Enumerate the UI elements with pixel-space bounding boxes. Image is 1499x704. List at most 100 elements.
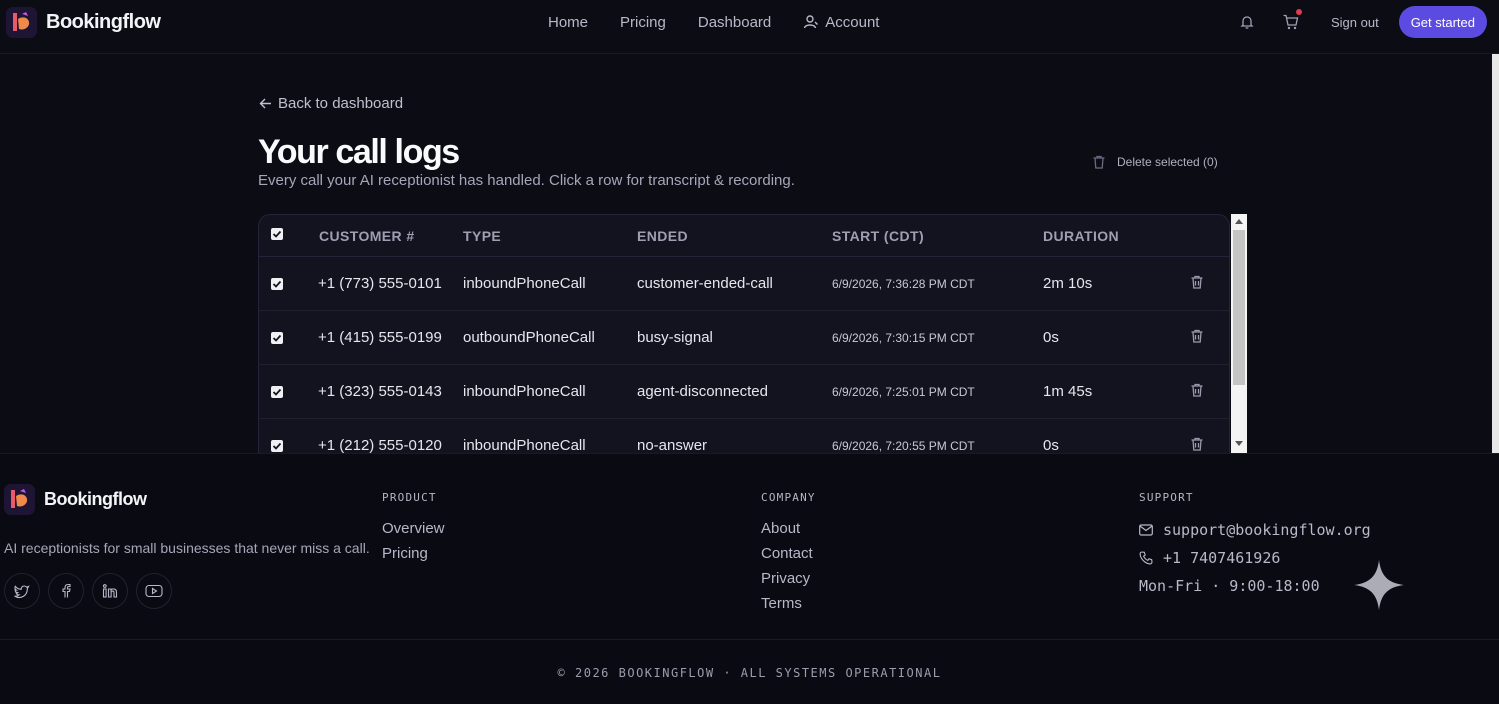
delete-row-icon[interactable] — [1189, 382, 1205, 403]
brand-name: Bookingflow — [46, 11, 161, 33]
footer-divider — [0, 639, 1499, 640]
cart-badge — [1295, 9, 1302, 15]
nav-actions: Sign out Get started — [1231, 6, 1487, 38]
phone-icon — [1139, 551, 1153, 565]
sparkle-icon — [1354, 560, 1404, 610]
top-nav: Bookingflow Home Pricing Dashboard Accou… — [0, 0, 1499, 54]
support-email: support@bookingflow.org — [1163, 521, 1371, 539]
sign-out-link[interactable]: Sign out — [1331, 15, 1379, 30]
footer-link-privacy[interactable]: Privacy — [761, 570, 816, 587]
arrow-left-icon — [259, 98, 271, 109]
nav-account-label: Account — [825, 13, 880, 31]
footer-link-about[interactable]: About — [761, 520, 816, 537]
nav-home[interactable]: Home — [532, 14, 604, 31]
trash-icon — [1093, 155, 1105, 169]
copyright-text: © 2026 BOOKINGFLOW · ALL SYSTEMS OPERATI… — [557, 666, 942, 680]
cell-ended: agent-disconnected — [637, 383, 768, 400]
user-icon — [804, 15, 819, 29]
back-to-dashboard-link[interactable]: Back to dashboard — [259, 95, 403, 112]
delete-selected-label: Delete selected (0) — [1117, 155, 1218, 169]
table-header: CUSTOMER # TYPE ENDED START (CDT) DURATI… — [259, 215, 1229, 257]
delete-row-icon[interactable] — [1189, 328, 1205, 349]
table-row[interactable]: +1 (212) 555-0120 inboundPhoneCall no-an… — [259, 419, 1229, 454]
footer-tagline: AI receptionists for small businesses th… — [4, 540, 370, 556]
page-scrollbar[interactable] — [1492, 54, 1499, 454]
cell-type: inboundPhoneCall — [463, 275, 586, 292]
brand-logo-link[interactable]: Bookingflow — [6, 7, 161, 38]
cell-customer: +1 (212) 555-0120 — [318, 437, 442, 454]
cart-icon — [1283, 14, 1299, 30]
table-row[interactable]: +1 (415) 555-0199 outboundPhoneCall busy… — [259, 311, 1229, 365]
footer-support-title: SUPPORT — [1139, 491, 1194, 504]
scroll-thumb[interactable] — [1233, 230, 1245, 385]
facebook-icon[interactable] — [48, 573, 84, 609]
nav-links: Home Pricing Dashboard Account — [532, 0, 895, 44]
footer: Bookingflow AI receptionists for small b… — [0, 453, 1499, 704]
scroll-down-arrow-icon[interactable] — [1235, 441, 1243, 447]
get-started-button[interactable]: Get started — [1398, 6, 1487, 38]
scroll-up-arrow-icon[interactable] — [1235, 218, 1243, 224]
back-label: Back to dashboard — [278, 95, 404, 112]
bell-icon — [1240, 16, 1254, 29]
mail-icon — [1139, 524, 1153, 536]
delete-row-icon[interactable] — [1189, 436, 1205, 454]
footer-link-pricing[interactable]: Pricing — [382, 545, 445, 562]
delete-row-icon[interactable] — [1189, 274, 1205, 295]
social-links — [4, 573, 172, 609]
column-start[interactable]: START (CDT) — [832, 228, 924, 244]
support-phone: +1 7407461926 — [1163, 549, 1281, 567]
footer-link-terms[interactable]: Terms — [761, 595, 816, 612]
footer-brand[interactable]: Bookingflow — [4, 484, 147, 515]
support-phone-link[interactable]: +1 7407461926 — [1139, 544, 1371, 572]
cell-type: inboundPhoneCall — [463, 437, 586, 454]
support-email-link[interactable]: support@bookingflow.org — [1139, 516, 1371, 544]
footer-link-contact[interactable]: Contact — [761, 545, 816, 562]
nav-account[interactable]: Account — [787, 14, 895, 31]
logo-icon — [6, 7, 37, 38]
notifications-button[interactable] — [1231, 6, 1263, 38]
twitter-icon[interactable] — [4, 573, 40, 609]
cell-ended: customer-ended-call — [637, 275, 773, 292]
cell-ended: busy-signal — [637, 329, 713, 346]
row-checkbox[interactable] — [271, 332, 283, 344]
cell-start: 6/9/2026, 7:20:55 PM CDT — [832, 439, 975, 453]
column-duration[interactable]: DURATION — [1043, 228, 1119, 244]
cell-customer: +1 (773) 555-0101 — [318, 275, 442, 292]
row-checkbox[interactable] — [271, 386, 283, 398]
cart-button[interactable] — [1275, 6, 1307, 38]
support-hours: Mon-Fri · 9:00-18:00 — [1139, 577, 1320, 595]
footer-company-title: COMPANY — [761, 491, 816, 504]
cell-type: outboundPhoneCall — [463, 329, 595, 346]
cell-customer: +1 (323) 555-0143 — [318, 383, 442, 400]
page-subtitle: Every call your AI receptionist has hand… — [258, 172, 795, 189]
row-checkbox[interactable] — [271, 440, 283, 452]
column-ended[interactable]: ENDED — [637, 228, 688, 244]
logo-icon — [4, 484, 35, 515]
footer-product-column: PRODUCT Overview Pricing — [382, 491, 445, 570]
cell-duration: 2m 10s — [1043, 275, 1093, 292]
youtube-icon[interactable] — [136, 573, 172, 609]
table-scrollbar[interactable] — [1231, 214, 1247, 454]
cell-duration: 1m 45s — [1043, 383, 1093, 400]
cell-start: 6/9/2026, 7:25:01 PM CDT — [832, 385, 975, 399]
table-row[interactable]: +1 (773) 555-0101 inboundPhoneCall custo… — [259, 257, 1229, 311]
footer-link-overview[interactable]: Overview — [382, 520, 445, 537]
row-checkbox[interactable] — [271, 278, 283, 290]
nav-dashboard[interactable]: Dashboard — [682, 14, 787, 31]
delete-selected-button[interactable]: Delete selected (0) — [1078, 146, 1224, 178]
select-all-checkbox[interactable] — [271, 228, 283, 240]
cell-start: 6/9/2026, 7:36:28 PM CDT — [832, 277, 975, 291]
linkedin-icon[interactable] — [92, 573, 128, 609]
cell-duration: 0s — [1043, 437, 1059, 454]
table-row[interactable]: +1 (323) 555-0143 inboundPhoneCall agent… — [259, 365, 1229, 419]
column-type[interactable]: TYPE — [463, 228, 501, 244]
footer-support-column: SUPPORT support@bookingflow.org +1 74074… — [1139, 491, 1371, 600]
cell-start: 6/9/2026, 7:30:15 PM CDT — [832, 331, 975, 345]
footer-product-title: PRODUCT — [382, 491, 437, 504]
column-customer[interactable]: CUSTOMER # — [319, 228, 415, 244]
nav-pricing[interactable]: Pricing — [604, 14, 682, 31]
cell-ended: no-answer — [637, 437, 708, 454]
call-logs-table: CUSTOMER # TYPE ENDED START (CDT) DURATI… — [258, 214, 1230, 454]
footer-company-column: COMPANY About Contact Privacy Terms — [761, 491, 816, 620]
cell-duration: 0s — [1043, 329, 1059, 346]
